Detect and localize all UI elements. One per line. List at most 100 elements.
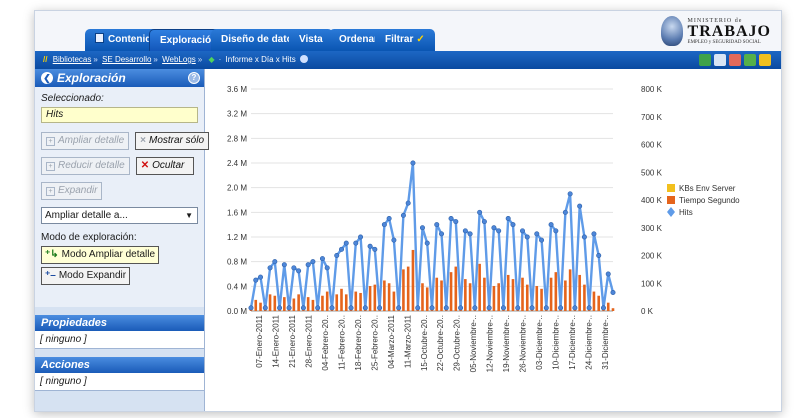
tiempo-bar: [549, 277, 553, 311]
left-axis-tick: 2.0 M: [227, 184, 247, 193]
mode-expandir-button[interactable]: ⁺– Modo Expandir: [41, 267, 131, 285]
ampliar-detalle-button[interactable]: + Ampliar detalle: [41, 132, 130, 150]
expand-mode-icon: ⁺–: [45, 270, 56, 281]
x-axis-tick: 17-Diciembre-..: [568, 315, 577, 370]
tiempo-bar: [297, 294, 300, 311]
tiempo-bar: [268, 294, 272, 311]
export-icon[interactable]: [699, 54, 711, 66]
tiempo-bar: [344, 294, 348, 311]
hits-point: [610, 290, 616, 296]
mostrar-solo-button[interactable]: × Mostrar sólo: [135, 132, 210, 150]
hits-point: [448, 216, 454, 222]
right-axis-tick: 300 K: [641, 224, 663, 233]
tiempo-bar: [497, 283, 500, 311]
hits-point: [405, 200, 411, 206]
hits-point: [477, 209, 483, 215]
hits-point: [315, 305, 321, 311]
hits-chart[interactable]: 0.0 M 0.4 M 0.8 M 1.2 M 1.6 M 2.0 M 2.4 M 2.8 M…: [209, 73, 781, 403]
selected-label: Seleccionado:: [41, 93, 104, 104]
x-axis-tick: 25-Febrero-20..: [370, 315, 379, 371]
ministry-logo: MINISTERIO de TRABAJO EMPLEO y SEGURIDAD…: [660, 13, 771, 49]
top-navigation: Contenido Exploración Diseño de datos Vi…: [35, 11, 781, 51]
hits-point: [381, 222, 387, 228]
left-axis-tick: 2.8 M: [227, 134, 247, 143]
tiempo-bar: [554, 272, 558, 311]
hits-point: [424, 240, 430, 246]
hits-point: [443, 305, 449, 311]
app-window: Contenido Exploración Diseño de datos Vi…: [34, 10, 782, 412]
hits-point: [539, 237, 545, 243]
info-icon[interactable]: [300, 55, 308, 63]
undo-icon[interactable]: [759, 54, 771, 66]
pdf-icon[interactable]: [729, 54, 741, 66]
tiempo-bar: [535, 286, 539, 311]
tiempo-bar: [597, 295, 601, 311]
print-icon[interactable]: [714, 54, 726, 66]
tiempo-bar: [368, 286, 372, 311]
hits-point: [281, 262, 287, 268]
hits-point: [324, 265, 330, 271]
collapse-arrow-icon[interactable]: ❮: [41, 72, 53, 84]
hits-point: [577, 203, 583, 209]
legend-swatch: [667, 184, 675, 192]
breadcrumb-weblogs[interactable]: WebLogs: [162, 55, 196, 64]
tiempo-bar: [483, 277, 486, 311]
tiempo-bar: [568, 269, 572, 311]
hits-point: [600, 305, 606, 311]
tab-filtrar[interactable]: Filtrar ✓: [375, 29, 435, 51]
hits-point: [300, 305, 306, 311]
tiempo-bar: [406, 266, 410, 311]
tiempo-bar: [540, 288, 543, 311]
hits-point: [553, 228, 559, 234]
breadcrumb-report: Informe x Día x Hits: [225, 55, 296, 64]
expandir-button[interactable]: + Expandir: [41, 182, 103, 200]
tiempo-bar: [283, 297, 286, 311]
x-axis-tick: 26-Noviembre-..: [519, 315, 528, 372]
tiempo-bar: [506, 274, 510, 311]
hits-point: [543, 305, 549, 311]
hits-point: [396, 305, 402, 311]
propiedades-header[interactable]: Propiedades: [35, 315, 204, 331]
tab-vista[interactable]: Vista: [289, 29, 333, 51]
x-axis-tick: 04-Marzo-2011: [387, 314, 396, 368]
checkmark-icon: ✓: [416, 34, 425, 45]
tiempo-bar: [325, 291, 329, 311]
tiempo-bar: [402, 269, 405, 311]
chart-area: 0.0 M 0.4 M 0.8 M 1.2 M 1.6 M 2.0 M 2.4 M 2.8 M…: [209, 73, 781, 403]
x-axis-tick: 24-Diciembre-..: [584, 315, 593, 370]
mode-ampliar-button[interactable]: ⁺↳ Modo Ampliar detalle: [41, 246, 160, 264]
hits-point: [267, 265, 273, 271]
hits-point: [491, 225, 497, 231]
right-axis-tick: 200 K: [641, 252, 663, 261]
hits-point: [248, 305, 254, 311]
tiempo-bar: [321, 295, 324, 311]
hits-point: [277, 305, 283, 311]
tiempo-bar: [373, 284, 377, 311]
tiempo-bar: [335, 294, 339, 311]
ampliar-detalle-dropdown[interactable]: Ampliar detalle a... ▼: [41, 207, 198, 224]
exploration-header[interactable]: ❮ Exploración ?: [35, 69, 204, 87]
tiempo-bar: [578, 274, 581, 311]
x-axis-tick: 12-Noviembre-..: [486, 315, 495, 372]
breadcrumb-bibliotecas[interactable]: Bibliotecas: [53, 55, 92, 64]
ocultar-button[interactable]: ✕ Ocultar: [135, 157, 194, 175]
hits-point: [605, 271, 611, 277]
hits-point: [496, 228, 502, 234]
acciones-header[interactable]: Acciones: [35, 357, 204, 373]
hits-point: [481, 219, 487, 225]
help-icon[interactable]: ?: [188, 72, 200, 84]
breadcrumb-se-desarrollo[interactable]: SE Desarrollo: [102, 55, 151, 64]
tiempo-bar: [392, 291, 396, 311]
hits-point: [262, 305, 268, 311]
legend-swatch: [667, 207, 675, 217]
tiempo-bar: [521, 277, 524, 311]
hits-point: [400, 212, 406, 218]
excel-icon[interactable]: [744, 54, 756, 66]
right-axis-tick: 500 K: [641, 168, 663, 177]
hits-point: [391, 237, 397, 243]
tiempo-bar: [611, 308, 615, 311]
x-axis-tick: 19-Noviembre-..: [502, 315, 511, 372]
tiempo-bar: [354, 291, 358, 311]
tiempo-bar: [383, 280, 386, 311]
reducir-detalle-button[interactable]: + Reducir detalle: [41, 157, 130, 175]
